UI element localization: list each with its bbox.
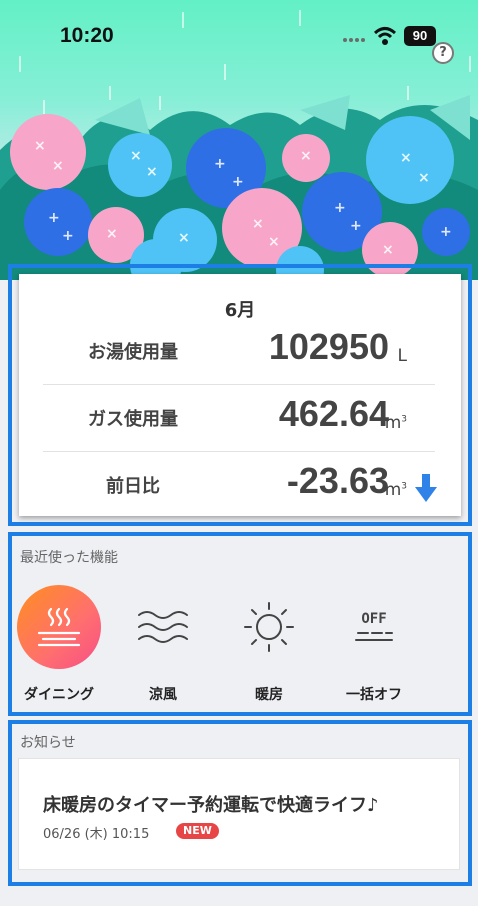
help-button[interactable]: ? (432, 42, 454, 64)
hero-banner: × × × × + + × × × + + × × × × + + × + 10:20 90 ? (0, 0, 478, 280)
svg-text:×: × (382, 242, 394, 258)
svg-text:+: + (214, 156, 226, 172)
svg-text:×: × (130, 148, 142, 164)
usage-highlight-frame (8, 264, 472, 526)
battery-indicator: 90 (404, 26, 436, 46)
svg-text:×: × (146, 164, 158, 180)
svg-text:×: × (52, 158, 64, 174)
status-time: 10:20 (60, 24, 114, 47)
svg-text:×: × (34, 138, 46, 154)
svg-text:×: × (300, 148, 312, 164)
wifi-icon (373, 27, 397, 45)
status-bar: 10:20 90 (0, 0, 478, 70)
svg-text:×: × (178, 230, 190, 246)
svg-text:×: × (106, 226, 118, 242)
svg-text:+: + (48, 210, 60, 226)
svg-text:+: + (350, 218, 362, 234)
svg-text:+: + (334, 200, 346, 216)
svg-text:×: × (400, 150, 412, 166)
svg-text:×: × (418, 170, 430, 186)
news-highlight-frame (8, 720, 472, 886)
svg-text:×: × (252, 216, 264, 232)
svg-text:+: + (62, 228, 74, 244)
svg-text:×: × (268, 234, 280, 250)
signal-icon (343, 38, 365, 42)
svg-text:+: + (440, 224, 452, 240)
recent-highlight-frame (8, 532, 472, 716)
svg-text:+: + (232, 174, 244, 190)
